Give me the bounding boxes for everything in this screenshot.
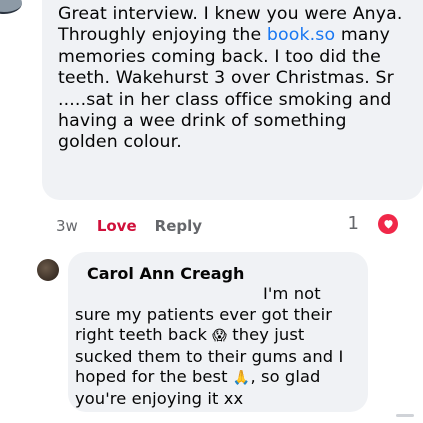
reply-text: I'm not sure my patients ever got their … <box>75 284 355 410</box>
scream-emoji-icon: 😱 <box>212 328 227 345</box>
comment-bubble: Great interview. I knew you were Anya. T… <box>42 0 423 200</box>
reply-author-avatar[interactable] <box>37 259 59 281</box>
reply-author-name[interactable]: Carol Ann Creagh <box>87 264 244 283</box>
next-item-edge <box>396 414 414 417</box>
comment-thread: Great interview. I knew you were Anya. T… <box>0 0 423 423</box>
reaction-summary[interactable]: 1 <box>348 213 416 234</box>
heart-icon <box>378 213 398 234</box>
love-button[interactable]: Love <box>97 217 137 235</box>
comment-actions: 3w Love Reply 1 <box>56 213 416 239</box>
pray-emoji-icon: 🙏 <box>232 370 251 387</box>
reply-button[interactable]: Reply <box>155 217 202 235</box>
comment-timestamp[interactable]: 3w <box>56 217 78 235</box>
commenter-avatar[interactable] <box>0 0 22 14</box>
reaction-count: 1 <box>347 213 359 234</box>
comment-link[interactable]: book.so <box>267 25 335 45</box>
comment-text: Great interview. I knew you were Anya. T… <box>58 4 409 154</box>
